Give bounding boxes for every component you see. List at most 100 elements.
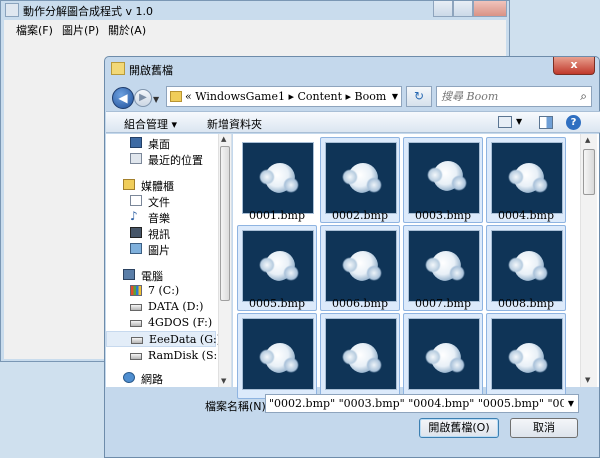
- computer-icon: [123, 269, 135, 280]
- file-thumbnail: [408, 142, 480, 214]
- dialog-title: 開啟舊檔: [129, 64, 173, 77]
- nav-item-label: RamDisk (S:): [148, 349, 222, 362]
- video-icon: [130, 227, 142, 238]
- chevron-down-icon[interactable]: ▼: [392, 92, 398, 101]
- cancel-button[interactable]: 取消: [510, 418, 578, 438]
- file-item[interactable]: [237, 313, 317, 399]
- address-bar[interactable]: « WindowsGame1 ▸ Content ▸ Boom ▼: [166, 86, 402, 107]
- nav-pane-scrollbar[interactable]: ▲ ▼: [218, 134, 231, 387]
- file-list-scrollbar[interactable]: ▲ ▼: [580, 134, 597, 387]
- nav-item-recent[interactable]: 最近的位置: [106, 151, 216, 167]
- filename-field[interactable]: "0002.bmp" "0003.bmp" "0004.bmp" "0005.b…: [265, 394, 579, 413]
- nav-item-label: 視訊: [148, 228, 170, 241]
- nav-item-pictures[interactable]: 圖片: [106, 241, 216, 257]
- organize-button[interactable]: 組合管理 ▾: [124, 116, 177, 132]
- file-item[interactable]: 0002.bmp: [320, 137, 400, 223]
- navigation-pane: 桌面 最近的位置 媒體櫃 文件 ♪ 音樂 視訊 圖片 電腦 7 (C:) DAT…: [106, 134, 232, 387]
- nav-item-label: DATA (D:): [148, 300, 204, 313]
- drive-icon: [130, 353, 142, 360]
- file-thumbnail: [408, 318, 480, 390]
- new-folder-button[interactable]: 新增資料夾: [207, 116, 262, 132]
- dialog-title-bar: 開啟舊檔 x: [105, 57, 599, 81]
- dialog-close-button[interactable]: x: [553, 57, 595, 75]
- nav-item-drive-g[interactable]: EeeData (G:): [106, 331, 221, 347]
- nav-item-documents[interactable]: 文件: [106, 193, 216, 209]
- file-item[interactable]: [320, 313, 400, 399]
- breadcrumb[interactable]: « WindowsGame1 ▸ Content ▸ Boom: [185, 90, 386, 103]
- file-name: 0003.bmp: [414, 209, 471, 222]
- main-title-bar: 動作分解圖合成程式 v 1.0: [1, 1, 511, 19]
- scroll-down-icon[interactable]: ▼: [585, 376, 590, 384]
- file-item[interactable]: 0006.bmp: [320, 225, 400, 311]
- minimize-button[interactable]: [433, 1, 453, 17]
- filename-label: 檔案名稱(N):: [205, 400, 270, 413]
- menu-bar: 檔案(F) 圖片(P) 關於(A): [4, 20, 506, 37]
- nav-item-drive-f[interactable]: 4GDOS (F:): [106, 315, 216, 331]
- nav-item-label: EeeData (G:): [149, 333, 221, 346]
- nav-item-videos[interactable]: 視訊: [106, 225, 216, 241]
- drive-icon: [130, 320, 142, 327]
- file-item[interactable]: 0005.bmp: [237, 225, 317, 311]
- scroll-up-icon[interactable]: ▲: [221, 135, 226, 143]
- preview-pane-icon[interactable]: [539, 116, 553, 129]
- search-icon[interactable]: ⌕: [580, 89, 587, 104]
- file-item[interactable]: 0004.bmp: [486, 137, 566, 223]
- open-button[interactable]: 開啟舊檔(O): [419, 418, 499, 438]
- file-name: 0002.bmp: [331, 209, 388, 222]
- scroll-thumb[interactable]: [583, 149, 595, 195]
- windows-drive-icon: [130, 285, 142, 296]
- nav-item-libraries[interactable]: 媒體櫃: [106, 177, 216, 193]
- nav-item-network[interactable]: 網路: [106, 370, 216, 386]
- scroll-thumb[interactable]: [220, 146, 230, 301]
- nav-item-music[interactable]: ♪ 音樂: [106, 209, 216, 225]
- file-item[interactable]: [403, 313, 483, 399]
- file-item[interactable]: 0007.bmp: [403, 225, 483, 311]
- pictures-icon: [130, 243, 142, 254]
- change-view-icon[interactable]: [498, 116, 512, 128]
- maximize-button[interactable]: [453, 1, 473, 17]
- file-item[interactable]: 0001.bmp: [237, 137, 317, 223]
- back-button[interactable]: ◀: [112, 87, 134, 109]
- file-thumbnail: [242, 230, 314, 302]
- nav-item-drive-s[interactable]: RamDisk (S:): [106, 348, 222, 364]
- file-item[interactable]: 0003.bmp: [403, 137, 483, 223]
- nav-item-drive-d[interactable]: DATA (D:): [106, 299, 216, 315]
- refresh-button[interactable]: ↻: [406, 86, 432, 107]
- file-name: 0008.bmp: [497, 297, 554, 310]
- chevron-down-icon[interactable]: ▼: [564, 395, 578, 412]
- menu-file[interactable]: 檔案(F): [16, 22, 53, 38]
- menu-picture[interactable]: 圖片(P): [62, 22, 99, 38]
- nav-item-desktop[interactable]: 桌面: [106, 135, 216, 151]
- file-thumbnail: [325, 230, 397, 302]
- nav-item-drive-c[interactable]: 7 (C:): [106, 283, 216, 299]
- app-icon: [5, 3, 19, 17]
- file-thumbnail: [491, 318, 563, 390]
- file-name: 0007.bmp: [414, 297, 471, 310]
- menu-about[interactable]: 關於(A): [108, 22, 146, 38]
- forward-button[interactable]: ▶: [134, 89, 152, 107]
- network-icon: [123, 372, 135, 383]
- nav-item-computer[interactable]: 電腦: [106, 267, 216, 283]
- folder-icon: [111, 62, 125, 75]
- folder-icon: [170, 91, 182, 102]
- scroll-up-icon[interactable]: ▲: [585, 136, 590, 144]
- nav-item-label: 音樂: [148, 212, 170, 225]
- help-icon[interactable]: ?: [566, 115, 581, 130]
- file-name: 0005.bmp: [248, 297, 305, 310]
- recent-places-icon: [130, 153, 142, 164]
- file-name: 0006.bmp: [331, 297, 388, 310]
- toolbar: 組合管理 ▾ 新增資料夾 ▼ ?: [106, 111, 600, 133]
- desktop-icon: [130, 137, 142, 148]
- file-thumbnail: [242, 318, 314, 390]
- scroll-down-icon[interactable]: ▼: [221, 377, 226, 385]
- file-item[interactable]: [486, 313, 566, 399]
- filename-value: "0002.bmp" "0003.bmp" "0004.bmp" "0005.b…: [269, 397, 578, 410]
- nav-item-label: 網路: [141, 373, 163, 386]
- search-input[interactable]: [441, 89, 571, 104]
- file-item[interactable]: 0008.bmp: [486, 225, 566, 311]
- recent-pages-dropdown[interactable]: ▼: [153, 95, 159, 104]
- chevron-down-icon[interactable]: ▼: [516, 117, 522, 126]
- file-list: 0001.bmp 0002.bmp 0003.bmp 0004.bmp 0005…: [233, 134, 599, 399]
- file-thumbnail: [491, 142, 563, 214]
- close-button[interactable]: [473, 1, 507, 17]
